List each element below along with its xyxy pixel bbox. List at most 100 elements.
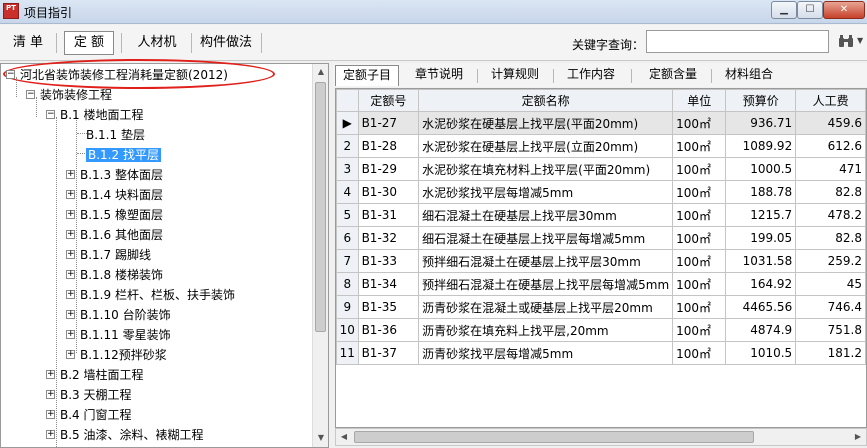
expand-icon[interactable]: + [66,290,75,299]
maximize-icon[interactable]: ☐ [797,1,823,19]
expand-icon[interactable]: + [46,430,55,439]
expand-icon[interactable]: + [66,350,75,359]
column-header-name[interactable]: 定额名称 [418,89,674,112]
cell-name[interactable]: 预拌细石混凝土在硬基层上找平层每增减5mm [418,272,674,296]
tree-item[interactable]: B.1 楼地面工程 [60,105,144,125]
cell-unit[interactable]: 100㎡ [672,134,727,158]
row-number[interactable]: 11 [336,341,359,365]
cell-code[interactable]: B1-31 [357,203,420,227]
cell-name[interactable]: 水泥砂浆在硬基层上找平层(立面20mm) [418,134,674,158]
cell-labor[interactable]: 82.8 [795,180,866,204]
table-row[interactable]: 10 B1-36 沥青砂浆在填充料上找平层,20mm 100㎡ 4874.9 751.8 [336,318,866,342]
scroll-thumb[interactable] [315,82,326,332]
table-row[interactable]: ▶ B1-27 水泥砂浆在硬基层上找平层(平面20mm) 100㎡ 936.71 459.… [336,111,866,135]
cell-labor[interactable]: 45 [795,272,866,296]
cell-unit[interactable]: 100㎡ [672,295,727,319]
tree-item[interactable]: B.1.1 垫层 [86,125,145,145]
tree-item[interactable]: 装饰装修工程 [40,85,112,105]
chevron-down-icon[interactable]: ▼ [857,36,863,45]
cell-code[interactable]: B1-34 [357,272,420,296]
cell-price[interactable]: 188.78 [725,180,797,204]
cell-name[interactable]: 沥青砂浆在混凝土或硬基层上找平层20mm [418,295,674,319]
cell-code[interactable]: B1-29 [357,157,420,181]
cell-price[interactable]: 936.71 [725,111,797,135]
tree-item[interactable]: B.1.2 找平层 [86,145,161,165]
cell-price[interactable]: 199.05 [725,226,797,250]
keyword-search-input[interactable] [646,30,829,53]
expand-icon[interactable]: + [66,190,75,199]
expand-icon[interactable]: + [66,170,75,179]
cell-price[interactable]: 164.92 [725,272,797,296]
cell-unit[interactable]: 100㎡ [672,341,727,365]
row-number[interactable]: 10 [336,318,359,342]
column-header-labor[interactable]: 人工费 [795,89,866,112]
column-header-code[interactable]: 定额号 [357,89,420,112]
expand-icon[interactable]: + [66,270,75,279]
cell-name[interactable]: 细石混凝土在硬基层上找平层每增减5mm [418,226,674,250]
binoculars-icon[interactable] [838,34,854,52]
cell-name[interactable]: 沥青砂浆找平层每增减5mm [418,341,674,365]
row-number[interactable]: 5 [336,203,359,227]
tab-bill[interactable]: 清 单 [6,31,50,55]
cell-code[interactable]: B1-37 [357,341,420,365]
row-number[interactable]: 9 [336,295,359,319]
tree-vertical-scrollbar[interactable]: ▲ ▼ [312,64,328,447]
expand-icon[interactable]: + [66,230,75,239]
quota-items-grid[interactable]: 定额号 定额名称 单位 预算价 人工费 ▶ B1-27 水泥砂浆在硬基层上找平层(平… [335,88,867,428]
cell-unit[interactable]: 100㎡ [672,318,727,342]
grid-horizontal-scrollbar[interactable]: ◀ ▶ [335,428,867,446]
tree-item[interactable]: B.2 墙柱面工程 [60,365,144,385]
collapse-icon[interactable]: − [46,110,55,119]
cell-unit[interactable]: 100㎡ [672,111,727,135]
tree-item[interactable]: B.1.11 零星装饰 [80,325,171,345]
cell-labor[interactable]: 471 [795,157,866,181]
expand-icon[interactable]: + [66,210,75,219]
tab-quota-content[interactable]: 定额含量 [643,65,703,86]
cell-code[interactable]: B1-32 [357,226,420,250]
cell-code[interactable]: B1-35 [357,295,420,319]
row-number[interactable]: 3 [336,157,359,181]
expand-icon[interactable]: + [46,410,55,419]
cell-labor[interactable]: 459.6 [795,111,866,135]
table-row[interactable]: 3 B1-29 水泥砂浆在填充材料上找平层(平面20mm) 100㎡ 1000.5 471 [336,157,866,181]
scroll-right-icon[interactable]: ▶ [850,429,866,445]
table-row[interactable]: 4 B1-30 水泥砂浆找平层每增减5mm 100㎡ 188.78 82.8 [336,180,866,204]
expand-icon[interactable]: + [66,310,75,319]
expand-icon[interactable]: + [66,330,75,339]
tab-chapter-notes[interactable]: 章节说明 [409,65,469,86]
cell-name[interactable]: 预拌细石混凝土在硬基层上找平层30mm [418,249,674,273]
cell-labor[interactable]: 82.8 [795,226,866,250]
tab-quota[interactable]: 定 额 [64,31,114,55]
cell-labor[interactable]: 181.2 [795,341,866,365]
collapse-icon[interactable]: − [26,90,35,99]
cell-name[interactable]: 细石混凝土在硬基层上找平层30mm [418,203,674,227]
table-row[interactable]: 7 B1-33 预拌细石混凝土在硬基层上找平层30mm 100㎡ 1031.58 259.… [336,249,866,273]
cell-price[interactable]: 1010.5 [725,341,797,365]
tree-item[interactable]: B.4 门窗工程 [60,405,132,425]
cell-code[interactable]: B1-30 [357,180,420,204]
tree-item[interactable]: B.1.7 踢脚线 [80,245,151,265]
tab-labor-material-machine[interactable]: 人材机 [127,31,187,55]
tab-work-content[interactable]: 工作内容 [561,65,621,86]
cell-code[interactable]: B1-36 [357,318,420,342]
cell-labor[interactable]: 612.6 [795,134,866,158]
table-row[interactable]: 6 B1-32 细石混凝土在硬基层上找平层每增减5mm 100㎡ 199.05 82.8 [336,226,866,250]
cell-code[interactable]: B1-28 [357,134,420,158]
tree-item[interactable]: B.1.5 橡塑面层 [80,205,163,225]
expand-icon[interactable]: + [46,370,55,379]
column-header-unit[interactable]: 单位 [672,89,727,112]
scroll-left-icon[interactable]: ◀ [336,429,352,445]
tree-item[interactable]: B.1.4 块料面层 [80,185,163,205]
close-icon[interactable]: ✕ [823,1,865,19]
cell-unit[interactable]: 100㎡ [672,157,727,181]
cell-name[interactable]: 水泥砂浆在硬基层上找平层(平面20mm) [418,111,674,135]
tree-item[interactable]: B.1.9 栏杆、栏板、扶手装饰 [80,285,235,305]
cell-price[interactable]: 1215.7 [725,203,797,227]
cell-labor[interactable]: 478.2 [795,203,866,227]
cell-name[interactable]: 沥青砂浆在填充料上找平层,20mm [418,318,674,342]
scroll-up-icon[interactable]: ▲ [313,64,329,80]
table-row[interactable]: 8 B1-34 预拌细石混凝土在硬基层上找平层每增减5mm 100㎡ 164.92 45 [336,272,866,296]
scroll-thumb[interactable] [354,431,754,443]
cell-labor[interactable]: 751.8 [795,318,866,342]
cell-price[interactable]: 1000.5 [725,157,797,181]
